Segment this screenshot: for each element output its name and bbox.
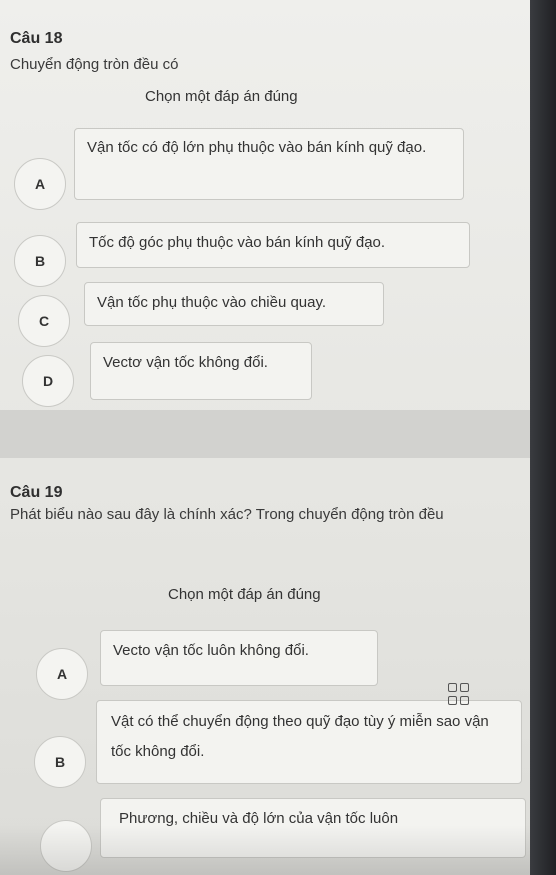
question-number: Câu 18 — [10, 30, 63, 47]
question-card-18: Câu 18 Chuyển động tròn đều có Chọn một … — [0, 0, 530, 410]
option-text: Tốc độ góc phụ thuộc vào bán kính quỹ đạ… — [76, 222, 470, 268]
question-text: Chuyển động tròn đều có — [10, 56, 179, 73]
option-letter: D — [22, 355, 74, 407]
grid-cell — [460, 695, 469, 705]
answer-instruction: Chọn một đáp án đúng — [168, 586, 321, 603]
option-letter — [40, 820, 92, 872]
grid-icon[interactable] — [448, 683, 470, 705]
section-divider — [0, 410, 530, 458]
option-letter: B — [34, 736, 86, 788]
quiz-screen: Câu 18 Chuyển động tròn đều có Chọn một … — [0, 0, 530, 875]
answer-instruction: Chọn một đáp án đúng — [145, 88, 298, 105]
option-text: Vận tốc phụ thuộc vào chiều quay. — [84, 282, 384, 326]
option-letter: B — [14, 235, 66, 287]
option-letter: A — [14, 158, 66, 210]
question-text: Phát biểu nào sau đây là chính xác? Tron… — [10, 506, 444, 523]
option-text: Vật có thể chuyển động theo quỹ đạo tùy … — [96, 700, 522, 784]
option-letter: A — [36, 648, 88, 700]
grid-cell — [460, 683, 469, 692]
option-text: Vectơ vận tốc không đổi. — [90, 342, 312, 400]
grid-cell — [448, 695, 457, 705]
option-text: Vecto vận tốc luôn không đổi. — [100, 630, 378, 686]
option-text: Vận tốc có độ lớn phụ thuộc vào bán kính… — [74, 128, 464, 200]
option-letter: C — [18, 295, 70, 347]
question-card-19: Câu 19 Phát biểu nào sau đây là chính xá… — [0, 458, 530, 875]
option-text: Phương, chiều và độ lớn của vận tốc luôn — [100, 798, 526, 858]
device-bezel — [530, 0, 556, 875]
grid-cell — [448, 683, 457, 692]
